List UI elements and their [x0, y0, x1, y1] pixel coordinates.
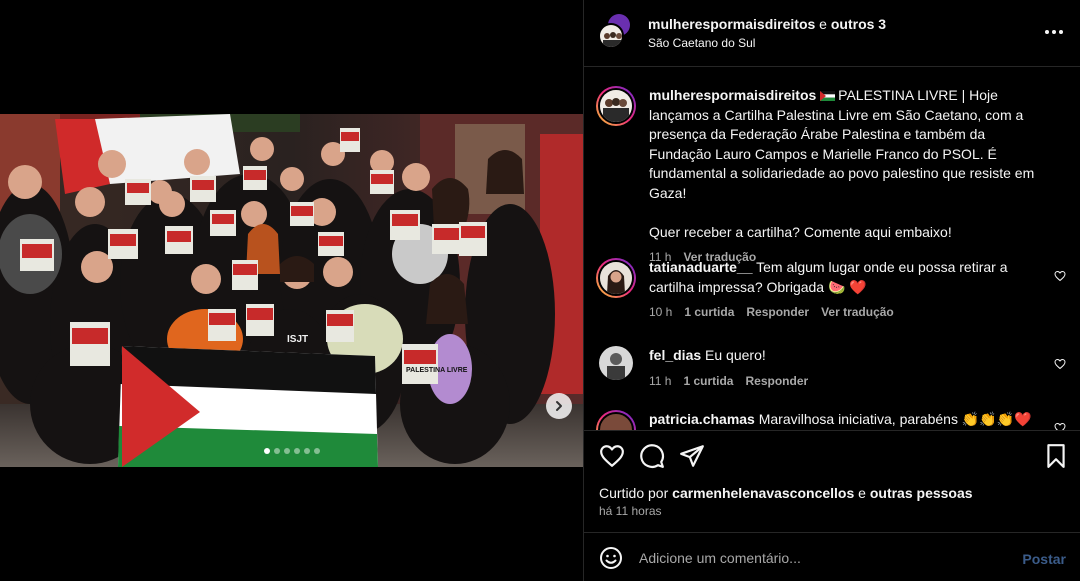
more-icon	[1045, 30, 1049, 34]
header-connector: e	[819, 16, 827, 32]
booklet-sign-text: PALESTINA LIVRE	[406, 367, 468, 374]
avatar[interactable]	[596, 410, 636, 430]
carousel-dot	[283, 448, 290, 454]
carousel-dot	[313, 448, 320, 454]
liked-by-conj: e	[858, 485, 866, 501]
comment-likes[interactable]: 1 curtida	[684, 303, 734, 323]
comment-item: tatianaduarte__ Tem algum lugar onde eu …	[596, 258, 1066, 323]
share-icon[interactable]	[679, 443, 705, 469]
comment-username[interactable]: tatianaduarte__	[649, 259, 752, 275]
group-photo-illustration: PALESTINA LIVRE ISJT	[0, 114, 583, 467]
caption: mulherespormaisdireitos PALESTINA LIVRE …	[596, 86, 1066, 268]
avatar[interactable]	[599, 346, 633, 380]
carousel-indicator	[0, 448, 583, 454]
post-photo[interactable]: PALESTINA LIVRE ISJT	[0, 114, 583, 467]
carousel-dot	[303, 448, 310, 454]
comment-username[interactable]: fel_dias	[649, 347, 701, 363]
emoji-icon[interactable]	[599, 546, 623, 570]
heart-icon[interactable]	[599, 443, 625, 469]
liked-by-prefix: Curtido por	[599, 485, 669, 501]
carousel-dot	[273, 448, 280, 454]
comment-text: Eu quero!	[705, 347, 766, 363]
liked-by-user[interactable]: carmenhelenavasconcellos	[672, 485, 854, 501]
caption-text: PALESTINA LIVRE | Hoje lançamos a Cartil…	[649, 87, 1035, 201]
post-header: mulherespormaisdireitos e outros 3 São C…	[584, 0, 1080, 67]
heart-icon[interactable]	[1054, 358, 1066, 370]
palestine-flag-icon	[820, 87, 836, 101]
reply-button[interactable]: Responder	[746, 303, 809, 323]
avatar[interactable]	[596, 86, 636, 126]
comment-input[interactable]	[639, 547, 999, 569]
header-text: mulherespormaisdireitos e outros 3 São C…	[648, 16, 886, 50]
collab-avatars[interactable]	[598, 14, 634, 50]
comment-item: patricia.chamas Maravilhosa iniciativa, …	[596, 410, 1066, 430]
chevron-right-icon	[556, 401, 562, 411]
heart-icon[interactable]	[1054, 270, 1066, 282]
see-translation-link[interactable]: Ver tradução	[821, 303, 894, 323]
liked-by-line: Curtido por carmenhelenavasconcellos e o…	[599, 485, 973, 501]
avatar[interactable]	[596, 258, 636, 298]
post-comment-button[interactable]: Postar	[1022, 551, 1066, 567]
carousel-dot	[293, 448, 300, 454]
comments-list[interactable]: mulherespormaisdireitos PALESTINA LIVRE …	[584, 68, 1080, 430]
next-photo-button[interactable]	[546, 393, 572, 419]
comment-likes[interactable]: 1 curtida	[683, 372, 733, 392]
post-panel: mulherespormaisdireitos e outros 3 São C…	[583, 0, 1080, 581]
header-username[interactable]: mulherespormaisdireitos	[648, 16, 815, 32]
carousel-dot	[263, 448, 270, 454]
liked-by-others[interactable]: outras pessoas	[870, 485, 973, 501]
comment-time: 10 h	[649, 305, 673, 319]
reply-button[interactable]: Responder	[745, 372, 808, 392]
comment-username[interactable]: patricia.chamas	[649, 411, 755, 427]
caption-text-2: Quer receber a cartilha? Comente aqui em…	[649, 223, 952, 240]
media-pane: PALESTINA LIVRE ISJT	[0, 0, 583, 581]
add-comment-bar: Postar	[584, 532, 1080, 581]
avatar	[598, 23, 624, 49]
comment-item: fel_dias Eu quero! 11 h 1 curtida Respon…	[596, 346, 1066, 391]
comment-time: 11 h	[649, 373, 672, 388]
comment-icon[interactable]	[639, 443, 665, 469]
shirt-text: ISJT	[287, 334, 308, 345]
caption-username[interactable]: mulherespormaisdireitos	[649, 87, 816, 103]
more-options-button[interactable]	[1042, 22, 1066, 42]
heart-icon[interactable]	[1054, 422, 1066, 430]
post-timestamp: há 11 horas	[599, 504, 662, 518]
header-location[interactable]: São Caetano do Sul	[648, 36, 886, 50]
header-others[interactable]: outros 3	[831, 16, 886, 32]
bookmark-icon[interactable]	[1043, 443, 1069, 469]
action-bar	[584, 430, 1080, 480]
comment-text: Maravilhosa iniciativa, parabéns 👏👏👏❤️	[758, 411, 1032, 427]
